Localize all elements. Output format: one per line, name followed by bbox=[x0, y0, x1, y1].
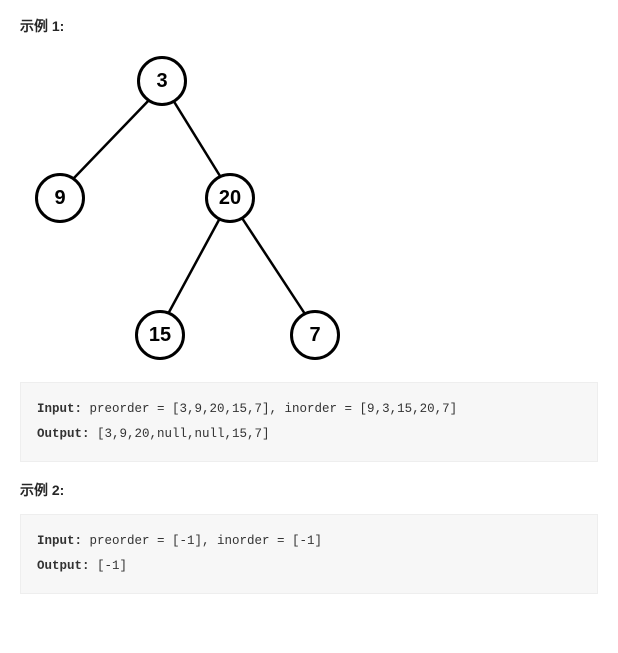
example-1-section: 示例 1: 3 9 20 15 7 Input: preorder = [3,9… bbox=[20, 16, 598, 462]
tree-edge bbox=[242, 218, 305, 314]
input-text: preorder = [3,9,20,15,7], inorder = [9,3… bbox=[82, 402, 457, 416]
input-text: preorder = [-1], inorder = [-1] bbox=[82, 534, 322, 548]
tree-edge bbox=[168, 218, 220, 314]
tree-node: 9 bbox=[35, 173, 85, 223]
output-label: Output: bbox=[37, 427, 90, 441]
example-2-code-block: Input: preorder = [-1], inorder = [-1] O… bbox=[20, 514, 598, 594]
output-text: [3,9,20,null,null,15,7] bbox=[90, 427, 270, 441]
code-input-line: Input: preorder = [-1], inorder = [-1] bbox=[37, 529, 581, 554]
tree-node: 7 bbox=[290, 310, 340, 360]
tree-node: 3 bbox=[137, 56, 187, 106]
tree-node-value: 9 bbox=[54, 187, 65, 210]
tree-node: 15 bbox=[135, 310, 185, 360]
binary-tree-diagram: 3 9 20 15 7 bbox=[30, 50, 350, 370]
example-1-label: 示例 1: bbox=[20, 16, 598, 36]
tree-node-value: 7 bbox=[309, 324, 320, 347]
example-2-section: 示例 2: Input: preorder = [-1], inorder = … bbox=[20, 480, 598, 594]
tree-node-value: 3 bbox=[156, 70, 167, 93]
tree-node-value: 20 bbox=[219, 187, 241, 210]
output-text: [-1] bbox=[90, 559, 128, 573]
input-label: Input: bbox=[37, 534, 82, 548]
tree-node-value: 15 bbox=[149, 324, 171, 347]
example-1-code-block: Input: preorder = [3,9,20,15,7], inorder… bbox=[20, 382, 598, 462]
code-output-line: Output: [3,9,20,null,null,15,7] bbox=[37, 422, 581, 447]
tree-node: 20 bbox=[205, 173, 255, 223]
tree-edge bbox=[173, 100, 220, 176]
code-input-line: Input: preorder = [3,9,20,15,7], inorder… bbox=[37, 397, 581, 422]
example-2-label: 示例 2: bbox=[20, 480, 598, 500]
input-label: Input: bbox=[37, 402, 82, 416]
tree-edge bbox=[74, 98, 151, 178]
output-label: Output: bbox=[37, 559, 90, 573]
code-output-line: Output: [-1] bbox=[37, 554, 581, 579]
